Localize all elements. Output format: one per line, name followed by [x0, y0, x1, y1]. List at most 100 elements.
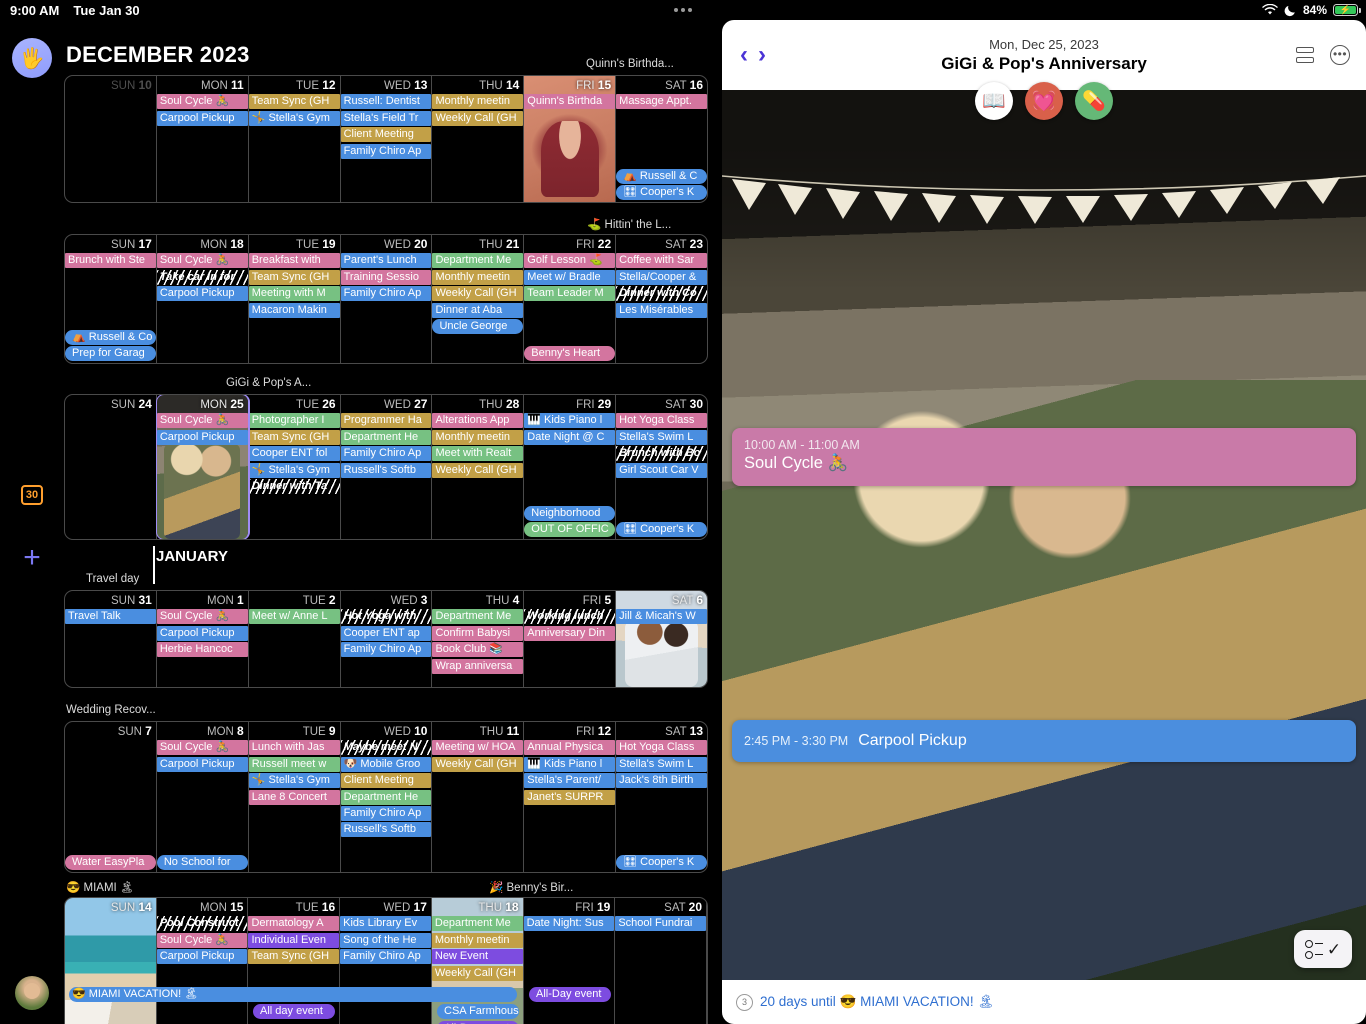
- calendar-event[interactable]: Family Chiro Ap: [340, 805, 432, 821]
- day-cell-1[interactable]: MON 1 Soul Cycle 🚴 Carpool Pickup Herbie Ha…: [156, 591, 249, 687]
- calendar-event[interactable]: Family Chiro Ap: [340, 642, 432, 658]
- calendar-event[interactable]: Brunch with Ste: [65, 253, 156, 269]
- calendar-event[interactable]: OUT OF OFFIC: [524, 522, 616, 537]
- calendar-event[interactable]: Macaron Makin: [248, 302, 340, 318]
- day-cell-4[interactable]: THU 4 Department Me Confirm Babysi Book Clu…: [432, 591, 525, 687]
- calendar-event[interactable]: Benny's Heart: [524, 346, 616, 361]
- heart-rate-icon[interactable]: 💓: [1025, 82, 1063, 120]
- calendar-event[interactable]: Parent's Lunch: [340, 253, 432, 269]
- calendar-event[interactable]: 🎹 Kids Piano l: [524, 756, 616, 772]
- calendar-event[interactable]: Alterations App: [432, 413, 524, 429]
- calendar-event[interactable]: Photographer I: [248, 413, 340, 429]
- calendar-event[interactable]: Monthly meetin: [432, 429, 524, 445]
- countdown-footer[interactable]: 3 20 days until 😎 MIAMI VACATION! 🏝: [722, 980, 1366, 1024]
- calendar-event[interactable]: Russell meet w: [248, 756, 340, 772]
- calendar-event[interactable]: Stella's Swim L: [616, 429, 707, 445]
- calendar-event[interactable]: Family Chiro Ap: [340, 446, 432, 462]
- detail-event-card[interactable]: 10:00 AM - 11:00 AM Soul Cycle 🚴: [732, 428, 1356, 486]
- day-cell-2[interactable]: TUE 2 Meet w/ Anne L: [248, 591, 341, 687]
- day-cell-21[interactable]: THU 21 Department Me Monthly meetin Weekly …: [432, 235, 525, 363]
- calendar-event[interactable]: Family Chiro Ap: [340, 143, 432, 159]
- day-cell-18[interactable]: MON 18 Soul Cycle 🚴 Take car in for Carpool…: [156, 235, 249, 363]
- calendar-event[interactable]: Russell: Dentist: [340, 94, 432, 110]
- day-cell-20[interactable]: WED 20 Parent's Lunch Training Sessio Famil…: [340, 235, 433, 363]
- calendar-event[interactable]: Maybe meet N: [340, 740, 432, 756]
- day-cell-17[interactable]: SUN 17 Brunch with Ste ⛺ Russell & Co Prep …: [65, 235, 157, 363]
- calendar-event[interactable]: Stella's Field Tr: [340, 110, 432, 126]
- calendar-event[interactable]: Book Club 📚: [432, 642, 524, 658]
- calendar-event[interactable]: Team Sync (GH: [248, 429, 340, 445]
- calendar-event[interactable]: Soul Cycle 🚴: [156, 932, 248, 948]
- calendar-event[interactable]: Weekly Call (GH: [432, 462, 524, 478]
- calendar-event[interactable]: Client Meeting: [340, 773, 432, 789]
- calendar-event[interactable]: Soul Cycle 🚴: [156, 253, 248, 269]
- calendar-event[interactable]: Cooper ENT ap: [340, 625, 432, 641]
- day-cell-22[interactable]: FRI 22 Golf Lesson ⛳ Meet w/ Bradle Team Le…: [524, 235, 617, 363]
- day-cell-19[interactable]: FRI 19 Date Night: Sus: [523, 898, 616, 1024]
- calendar-event[interactable]: Team Sync (GH: [248, 94, 340, 110]
- day-cell-24[interactable]: SUN 24: [65, 395, 157, 539]
- layout-icon[interactable]: [1296, 47, 1314, 63]
- calendar-event[interactable]: Jack's 8th Birth: [616, 773, 707, 789]
- calendar-event[interactable]: Carpool Pickup: [156, 625, 248, 641]
- calendar-event[interactable]: Programmer Ha: [340, 413, 432, 429]
- calendar-event[interactable]: Department He: [340, 429, 432, 445]
- multi-day-event-banner[interactable]: 😎 MIAMI VACATION! 🏝: [69, 987, 517, 1003]
- calendar-event[interactable]: No School for: [156, 855, 248, 870]
- calendar-event[interactable]: Russell's Softb: [340, 462, 432, 478]
- calendar-event[interactable]: Department Me: [432, 253, 524, 269]
- plus-icon[interactable]: +: [19, 543, 45, 573]
- calendar-event[interactable]: Weekly Call (GH: [431, 965, 523, 981]
- calendar-event[interactable]: Family Chiro Ap: [340, 286, 432, 302]
- calendar-event[interactable]: Dinner with Co: [616, 286, 707, 302]
- all-day-event[interactable]: All-Day event: [529, 987, 611, 1003]
- calendar-event[interactable]: Russell's Softb: [340, 822, 432, 838]
- calendar-event[interactable]: Girl Scout Car V: [616, 462, 707, 478]
- calendar-event[interactable]: Water EasyPla: [65, 855, 156, 870]
- calendar-event[interactable]: Meet w/ Anne L: [248, 609, 340, 625]
- calendar-event[interactable]: Soul Cycle 🚴: [156, 740, 248, 756]
- day-cell-15[interactable]: FRI 15 Quinn's Birthda: [524, 76, 617, 202]
- calendar-event[interactable]: Individual Even: [248, 932, 340, 948]
- calendar-event[interactable]: Uncle George: [432, 318, 524, 334]
- avatar[interactable]: [15, 976, 49, 1010]
- calendar-event[interactable]: ⛺ Russell & Co: [65, 329, 156, 345]
- day-cell-31[interactable]: SUN 31 Travel Talk: [65, 591, 157, 687]
- calendar-event[interactable]: Team Leader M: [524, 286, 616, 302]
- day-cell-15[interactable]: MON 15 Pool Construct Soul Cycle 🚴 Carpool …: [156, 898, 249, 1024]
- calendar-event[interactable]: Monthly meetin: [432, 94, 524, 110]
- day-cell-13[interactable]: WED 13 Russell: Dentist Stella's Field Tr C…: [340, 76, 433, 202]
- calendar-event[interactable]: Carpool Pickup: [156, 286, 248, 302]
- calendar-event[interactable]: Hot Yoga Class: [616, 740, 707, 756]
- calendar-event[interactable]: Working lunch: [524, 609, 616, 625]
- detail-event-card[interactable]: 2:45 PM - 3:30 PM Carpool Pickup: [732, 720, 1356, 762]
- calendar-event[interactable]: Training Sessio: [340, 269, 432, 285]
- calendar-event[interactable]: Weekly Call (GH: [432, 286, 524, 302]
- calendar-event[interactable]: 🎛 Cooper's K: [616, 855, 707, 870]
- calendar-event[interactable]: Team Sync (GH: [248, 269, 340, 285]
- day-cell-26[interactable]: TUE 26 Photographer I Team Sync (GH Cooper …: [248, 395, 341, 539]
- calendar-event[interactable]: 🎛 Cooper's K: [616, 522, 707, 537]
- day-cell-13[interactable]: SAT 13 Hot Yoga Class Stella's Swim L Jack'…: [616, 722, 707, 872]
- calendar-event[interactable]: 🤸 Stella's Gym: [248, 773, 340, 789]
- calendar-event[interactable]: Coffee with Sar: [616, 253, 707, 269]
- calendar-event[interactable]: Carpool Pickup: [156, 110, 248, 126]
- calendar-event[interactable]: Neighborhood: [524, 505, 616, 521]
- calendar-event[interactable]: Quinn's Birthda: [524, 94, 616, 110]
- calendar-event[interactable]: Weekly Call (GH: [432, 756, 524, 772]
- day-cell-20[interactable]: SAT 20 School Fundrai: [615, 898, 707, 1024]
- calendar-event[interactable]: 🎹 Kids Piano l: [524, 413, 616, 429]
- calendar-event[interactable]: Department He: [340, 789, 432, 805]
- day-cell-9[interactable]: TUE 9 Lunch with Jas Russell meet w 🤸 Stell…: [248, 722, 341, 872]
- day-cell-12[interactable]: TUE 12 Team Sync (GH 🤸 Stella's Gym: [248, 76, 341, 202]
- day-cell-11[interactable]: MON 11 Soul Cycle 🚴 Carpool Pickup: [156, 76, 249, 202]
- calendar-event[interactable]: Golf Lesson ⛳: [524, 253, 616, 269]
- day-cell-11[interactable]: THU 11 Meeting w/ HOA Weekly Call (GH: [432, 722, 525, 872]
- calendar-event[interactable]: Anniversary Din: [524, 625, 616, 641]
- calendar-event[interactable]: Dinner with Ta: [248, 478, 340, 494]
- calendar-event[interactable]: Hot Yoga with: [340, 609, 432, 625]
- day-cell-27[interactable]: WED 27 Programmer Ha Department He Family C…: [340, 395, 433, 539]
- calendar-event[interactable]: Take car in for: [156, 269, 248, 285]
- calendar-event[interactable]: Massage Appt.: [616, 94, 707, 110]
- calendar-event[interactable]: Stella's Parent/: [524, 773, 616, 789]
